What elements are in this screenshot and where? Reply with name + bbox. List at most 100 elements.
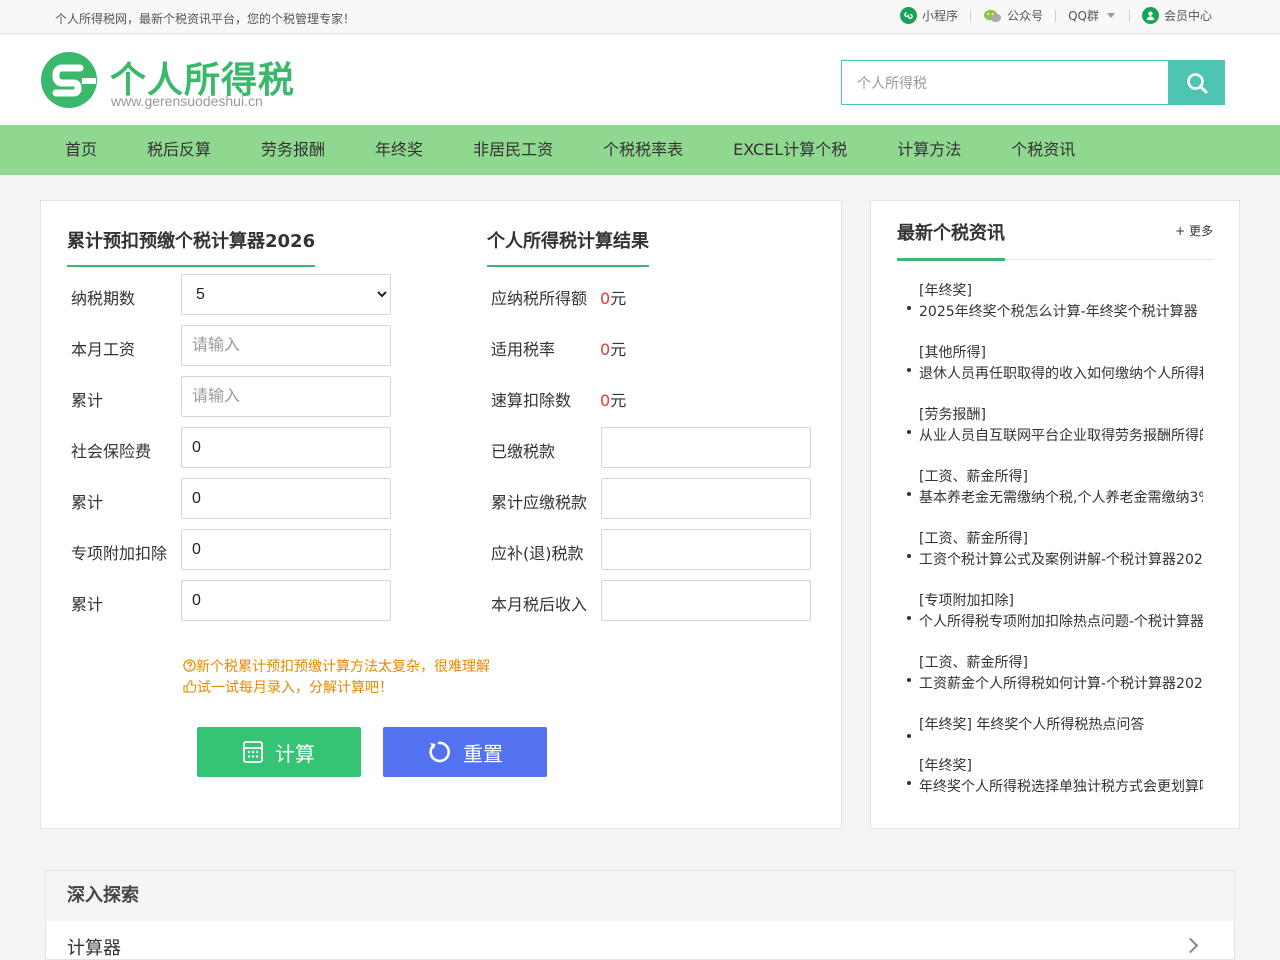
- qq-group-dropdown[interactable]: QQ群: [1068, 7, 1115, 24]
- special-cumulative-input[interactable]: [181, 580, 391, 621]
- news-item[interactable]: [劳务报酬] 从业人员自互联网平台企业取得劳务报酬所得的: [897, 405, 1207, 467]
- news-category: [工资、薪金所得]: [919, 469, 1028, 485]
- period-select[interactable]: 5: [181, 274, 391, 315]
- top-links: 小程序 公众号 QQ群 会员中心: [900, 7, 1212, 24]
- nav-item-news[interactable]: 个税资讯: [986, 125, 1100, 175]
- taxable-income-number: 0: [600, 289, 611, 308]
- quick-deduction-number: 0: [600, 391, 611, 410]
- official-account-link[interactable]: 公众号: [983, 7, 1043, 24]
- paid-tax-field[interactable]: [601, 427, 811, 468]
- social-cumulative-input[interactable]: [181, 478, 391, 519]
- news-headline: 工资个税计算公式及案例讲解-个税计算器2025: [919, 552, 1203, 568]
- tip-line-1[interactable]: 新个税累计预扣预缴计算方法太复杂，很难理解: [183, 657, 490, 678]
- paid-tax-label: 已缴税款: [491, 442, 556, 461]
- miniprogram-icon: [900, 7, 918, 24]
- social-insurance-input[interactable]: [181, 427, 391, 468]
- tax-rate-value: 0元: [600, 336, 626, 360]
- bullet-icon: [907, 430, 911, 434]
- bullet-icon: [907, 733, 911, 738]
- divider: [970, 9, 972, 22]
- chevron-right-icon: [1182, 937, 1199, 954]
- quick-deduction-value: 0元: [600, 387, 626, 411]
- tax-rate-number: 0: [600, 340, 611, 359]
- net-income-field[interactable]: [601, 580, 811, 621]
- calculator-title: 累计预扣预缴个税计算器2026: [67, 227, 316, 267]
- tip-text-1: 新个税累计预扣预缴计算方法太复杂，很难理解: [196, 659, 490, 675]
- bullet-icon: [907, 554, 911, 558]
- news-item[interactable]: [工资、薪金所得] 基本养老金无需缴纳个税,个人养老金需缴纳3%: [897, 467, 1207, 529]
- bullet-icon: [907, 616, 911, 620]
- site-slogan: 个人所得税网，最新个税资讯平台，您的个税管理专家！: [55, 12, 356, 26]
- nav-item-home[interactable]: 首页: [40, 125, 122, 175]
- question-icon: [183, 659, 196, 672]
- news-headline: 退休人员再任职取得的收入如何缴纳个人所得税: [919, 366, 1203, 382]
- news-category: [年终奖]: [919, 758, 972, 774]
- salary-cumulative-input[interactable]: [181, 376, 391, 417]
- main-nav: 首页 税后反算 劳务报酬 年终奖 非居民工资 个税税率表 EXCEL计算个税 计…: [0, 125, 1280, 175]
- nav-item-excel[interactable]: EXCEL计算个税: [708, 125, 872, 175]
- taxable-income-label: 应纳税所得额: [491, 289, 588, 308]
- explore-row-calculator[interactable]: 计算器: [46, 921, 1234, 960]
- bullet-icon: [907, 306, 911, 310]
- unit-text: 元: [610, 391, 627, 410]
- search-button[interactable]: [1168, 60, 1225, 105]
- news-item[interactable]: [年终奖] 年终奖个人所得税选择单独计税方式会更划算吗: [897, 756, 1207, 818]
- tip-line-2[interactable]: 试一试每月录入，分解计算吧！: [183, 678, 490, 699]
- period-label: 纳税期数: [71, 289, 136, 308]
- calculate-button-label: 计算: [275, 741, 315, 766]
- news-item[interactable]: [工资、薪金所得] 工资薪金个人所得税如何计算-个税计算器2025: [897, 653, 1207, 715]
- tax-rate-label: 适用税率: [491, 340, 556, 359]
- news-category: [其他所得]: [919, 345, 986, 361]
- news-category: [年终奖]: [919, 717, 972, 733]
- nav-item-reverse-calc[interactable]: 税后反算: [122, 125, 236, 175]
- news-category: [工资、薪金所得]: [919, 655, 1028, 671]
- social-insurance-label: 社会保险费: [71, 442, 152, 461]
- calculate-button[interactable]: 计算: [197, 727, 361, 777]
- news-headline: 2025年终奖个税怎么计算-年终奖个税计算器: [919, 304, 1198, 320]
- net-income-label: 本月税后收入: [491, 595, 588, 614]
- bullet-icon: [907, 781, 911, 785]
- salary-cumulative-label: 累计: [71, 391, 104, 410]
- miniprogram-link[interactable]: 小程序: [900, 7, 958, 24]
- news-item[interactable]: [工资、薪金所得] 工资个税计算公式及案例讲解-个税计算器2025: [897, 529, 1207, 591]
- news-category: [专项附加扣除]: [919, 593, 1014, 609]
- result-title: 个人所得税计算结果: [487, 227, 649, 267]
- salary-input[interactable]: [181, 325, 391, 366]
- refresh-icon: [429, 741, 450, 763]
- site-logo[interactable]: 个人所得税 www.gerensuodeshui.cn: [40, 49, 300, 111]
- news-item[interactable]: [年终奖] 2025年终奖个税怎么计算-年终奖个税计算器: [897, 281, 1207, 343]
- news-category: [劳务报酬]: [919, 407, 986, 423]
- search-box: [841, 60, 1225, 105]
- salary-label: 本月工资: [71, 340, 136, 359]
- nav-item-rate-table[interactable]: 个税税率表: [578, 125, 708, 175]
- news-item[interactable]: [年终奖] 年终奖个人所得税热点问答: [897, 715, 1207, 756]
- wechat-icon: [983, 8, 1002, 24]
- cumulative-due-field[interactable]: [601, 478, 811, 519]
- special-deduction-input[interactable]: [181, 529, 391, 570]
- news-category: [工资、薪金所得]: [919, 531, 1028, 547]
- member-center-link[interactable]: 会员中心: [1141, 7, 1212, 24]
- nav-item-labor[interactable]: 劳务报酬: [236, 125, 350, 175]
- nav-item-nonresident[interactable]: 非居民工资: [448, 125, 578, 175]
- cumulative-due-label: 累计应缴税款: [491, 493, 588, 512]
- news-item[interactable]: [专项附加扣除] 个人所得税专项附加扣除热点问题-个税计算器: [897, 591, 1207, 653]
- nav-item-method[interactable]: 计算方法: [872, 125, 986, 175]
- refund-field[interactable]: [601, 529, 811, 570]
- explore-title: 深入探索: [46, 871, 1234, 921]
- unit-text: 元: [610, 289, 627, 308]
- top-bar: 个人所得税网，最新个税资讯平台，您的个税管理专家！ 小程序 公众号 QQ群 会员…: [0, 0, 1280, 34]
- thumbs-up-icon: [183, 680, 197, 693]
- unit-text: 元: [610, 340, 627, 359]
- explore-row-label: 计算器: [67, 938, 121, 959]
- special-deduction-label: 专项附加扣除: [71, 544, 168, 563]
- news-list: [年终奖] 2025年终奖个税怎么计算-年终奖个税计算器 [其他所得] 退休人员再任…: [897, 281, 1207, 818]
- reset-button-label: 重置: [463, 741, 503, 766]
- reset-button[interactable]: 重置: [383, 727, 547, 777]
- news-category: [年终奖]: [919, 283, 972, 299]
- refund-label: 应补(退)税款: [491, 544, 584, 563]
- news-item[interactable]: [其他所得] 退休人员再任职取得的收入如何缴纳个人所得税: [897, 343, 1207, 405]
- nav-item-bonus[interactable]: 年终奖: [350, 125, 448, 175]
- search-input[interactable]: [841, 60, 1169, 105]
- news-more-link[interactable]: + 更多: [1175, 222, 1213, 239]
- news-title: 最新个税资讯: [897, 223, 1005, 244]
